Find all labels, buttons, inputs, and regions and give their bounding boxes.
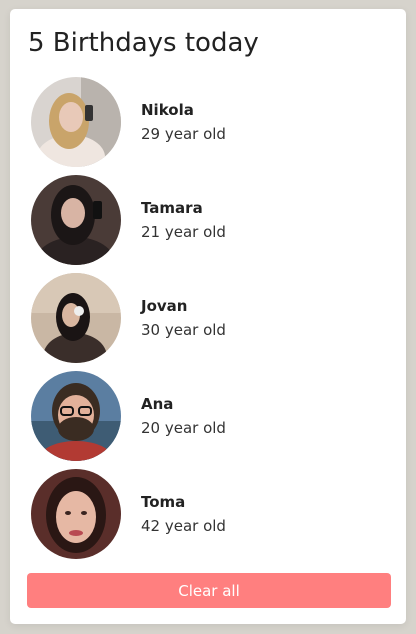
list-item: Tamara 21 year old <box>10 175 406 273</box>
birthday-list: Nikola 29 year old Tamara 21 year old Jo… <box>10 77 406 567</box>
clear-all-button[interactable]: Clear all <box>27 573 391 608</box>
avatar <box>31 175 121 265</box>
person-age: 30 year old <box>141 321 226 339</box>
list-item: Ana 20 year old <box>10 371 406 469</box>
person-age: 29 year old <box>141 125 226 143</box>
avatar <box>31 273 121 363</box>
person-name: Toma <box>141 493 186 511</box>
page-title: 5 Birthdays today <box>28 28 259 58</box>
person-age: 20 year old <box>141 419 226 437</box>
avatar <box>31 469 121 559</box>
avatar <box>31 371 121 461</box>
person-photo-icon <box>31 469 121 559</box>
list-item: Nikola 29 year old <box>10 77 406 175</box>
list-item: Toma 42 year old <box>10 469 406 567</box>
person-age: 21 year old <box>141 223 226 241</box>
person-name: Tamara <box>141 199 203 217</box>
person-age: 42 year old <box>141 517 226 535</box>
person-photo-icon <box>31 371 121 461</box>
person-photo-icon <box>31 77 121 167</box>
avatar <box>31 77 121 167</box>
person-name: Ana <box>141 395 174 413</box>
person-photo-icon <box>31 175 121 265</box>
list-item: Jovan 30 year old <box>10 273 406 371</box>
person-photo-icon <box>31 273 121 363</box>
birthday-card: 5 Birthdays today Nikola 29 year old Tam… <box>10 9 406 624</box>
person-name: Jovan <box>141 297 188 315</box>
person-name: Nikola <box>141 101 194 119</box>
